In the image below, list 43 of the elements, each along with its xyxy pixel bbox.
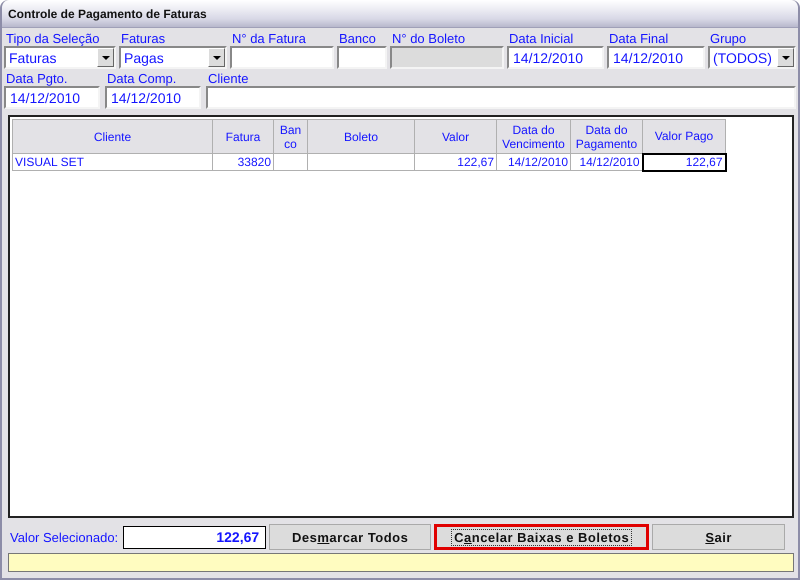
input-field[interactable] — [206, 86, 796, 109]
input-field[interactable]: 14/12/2010 — [507, 46, 604, 69]
column-header[interactable]: Boleto — [308, 120, 414, 154]
table-cell: 14/12/2010 — [496, 154, 570, 170]
field-label: Data Pgto. — [5, 71, 68, 86]
dropdown[interactable]: (TODOS) — [708, 46, 796, 69]
column-header[interactable]: Ban co — [274, 120, 308, 154]
field-label: N° da Fatura — [231, 31, 307, 46]
table-cell: 33820 — [212, 154, 274, 170]
field-label: Faturas — [120, 31, 166, 46]
input-field[interactable]: 14/12/2010 — [105, 86, 201, 109]
dropdown[interactable]: Pagas — [119, 46, 227, 69]
table-cell: 122,67 — [414, 154, 496, 170]
table-cell: 122,67 — [642, 154, 726, 170]
input-field[interactable]: 14/12/2010 — [607, 46, 705, 69]
input-field[interactable]: 14/12/2010 — [4, 86, 100, 109]
column-header[interactable]: Data do Pagamento — [570, 120, 642, 154]
dropdown[interactable]: Faturas — [4, 46, 116, 69]
column-header[interactable]: Cliente — [12, 120, 212, 154]
total-field: 122,67 — [123, 526, 266, 548]
input-field[interactable] — [230, 46, 334, 69]
column-header[interactable]: Valor — [414, 120, 496, 154]
field-label: Banco — [338, 31, 377, 46]
caret-icon — [782, 56, 790, 60]
column-header[interactable]: Fatura — [212, 120, 274, 154]
action-button[interactable]: Sair — [652, 524, 786, 550]
column-header[interactable]: Valor Pago — [642, 120, 726, 154]
window-title: Controle de Pagamento de Faturas — [8, 6, 207, 20]
column-header[interactable]: Data do Vencimento — [496, 120, 570, 154]
field-label: Data Final — [608, 31, 670, 46]
field-label: Grupo — [709, 31, 748, 46]
field-label: Cliente — [207, 71, 250, 86]
action-button[interactable]: Cancelar Baixas e Boletos — [434, 524, 650, 550]
field-label: N° do Boleto — [391, 31, 466, 46]
action-button[interactable]: Desmarcar Todos — [269, 524, 432, 550]
field-label: Data Inicial — [508, 31, 574, 46]
table-cell: VISUAL SET — [12, 154, 212, 170]
caret-icon — [102, 56, 110, 60]
input-field[interactable] — [337, 46, 387, 69]
caret-icon — [212, 56, 220, 60]
total-label: Valor Selecionado: — [10, 530, 118, 544]
field-label: Data Comp. — [106, 71, 178, 86]
field-label: Tipo da Seleção — [5, 31, 100, 46]
